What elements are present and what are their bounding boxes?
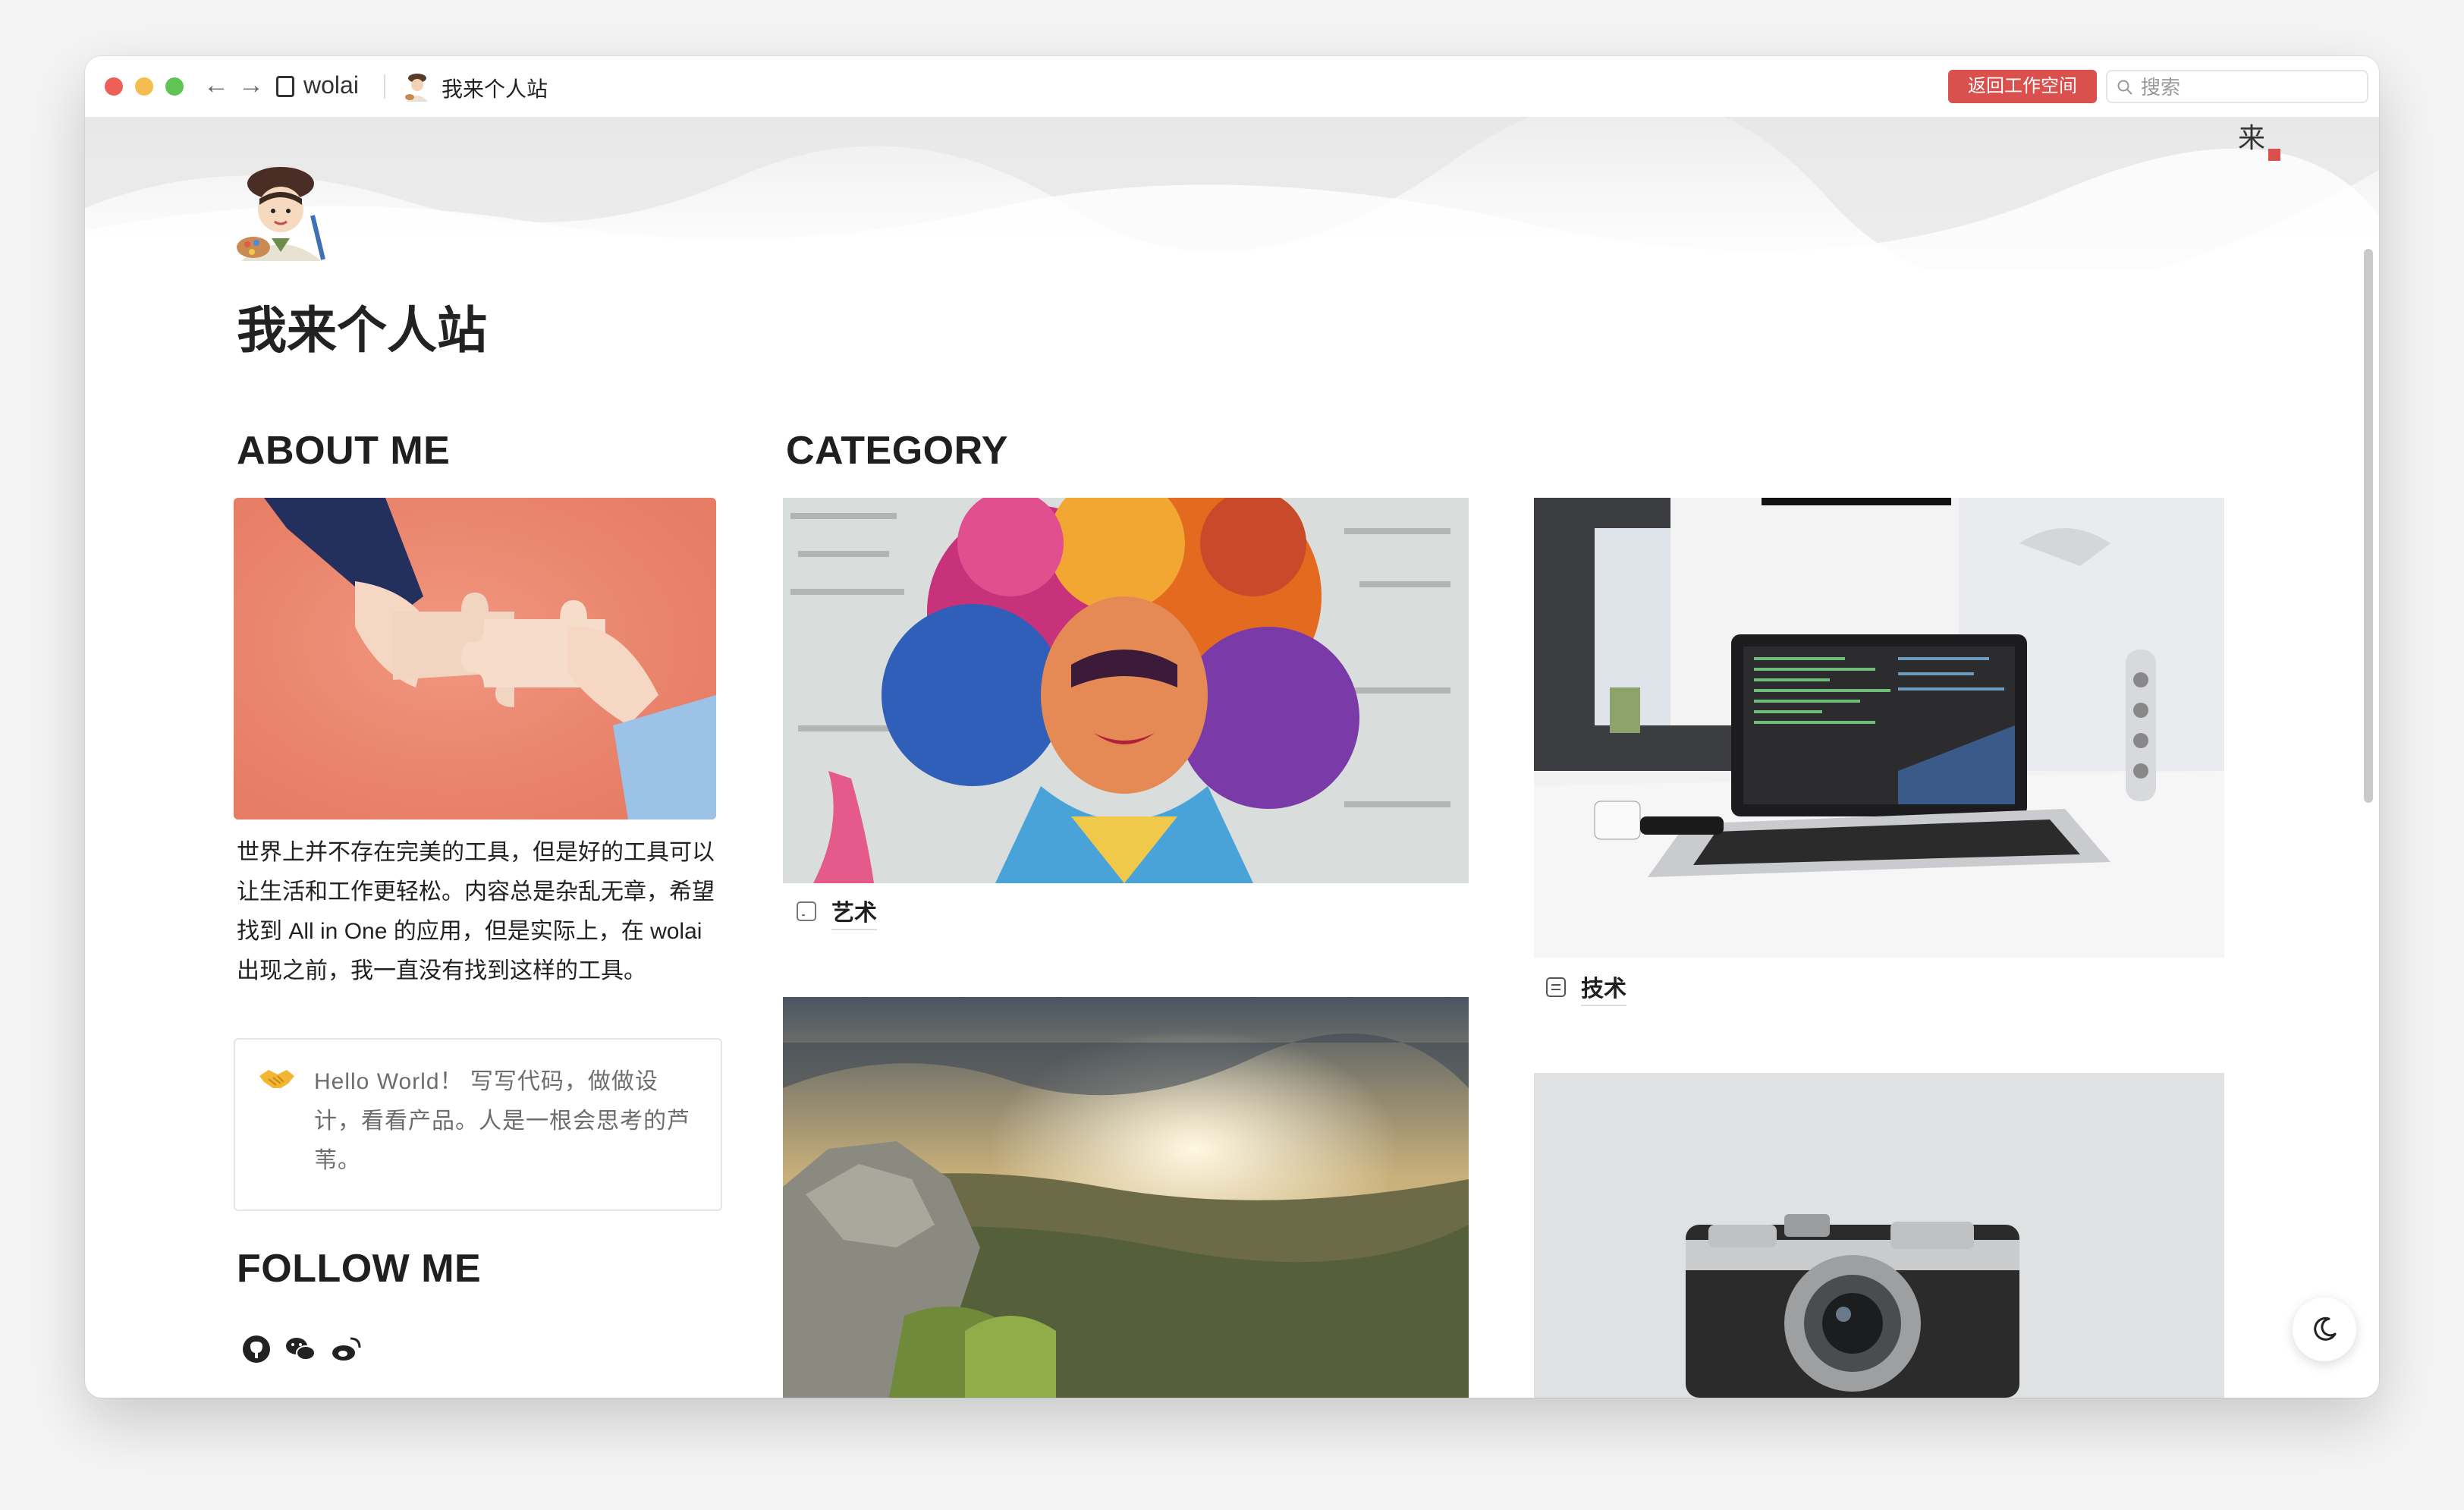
- breadcrumb[interactable]: 我来个人站: [442, 73, 548, 103]
- weibo-icon[interactable]: [329, 1332, 363, 1366]
- about-text: 世界上并不存在完美的工具，但是好的工具可以让生活和工作更轻松。内容总是杂乱无章，…: [237, 840, 715, 983]
- artist-emoji-icon: [405, 74, 428, 102]
- wechat-icon[interactable]: [284, 1332, 317, 1366]
- tech-card-label[interactable]: 技术: [1581, 970, 1626, 1006]
- ink-mountains-cover: [85, 117, 2379, 269]
- title-bar: ← → wolai 我来个人站 返回工作空间 搜索: [85, 56, 2379, 118]
- art-card-label[interactable]: 艺术: [831, 894, 877, 930]
- art-card-image[interactable]: [783, 498, 1469, 883]
- wolai-logo-icon[interactable]: [276, 76, 294, 97]
- seal-stamp-icon: 来: [2238, 123, 2280, 161]
- search-placeholder: 搜索: [2141, 76, 2181, 99]
- forward-arrow-icon[interactable]: →: [238, 70, 264, 100]
- follow-heading: FOLLOW ME: [237, 1247, 482, 1291]
- scrollbar[interactable]: [2364, 249, 2373, 803]
- divider: [384, 74, 385, 99]
- art-card-link[interactable]: 艺术: [831, 901, 877, 930]
- minimize-window-button[interactable]: [135, 77, 153, 96]
- puzzle-image: [234, 498, 716, 819]
- landscape-card-image[interactable]: [783, 997, 1469, 1398]
- browser-window: ← → wolai 我来个人站 返回工作空间 搜索 来 我来个人站 ABOUT …: [85, 56, 2379, 1398]
- close-window-button[interactable]: [105, 77, 123, 96]
- search-input[interactable]: 搜索: [2106, 70, 2368, 103]
- category-heading: CATEGORY: [786, 429, 1008, 473]
- page-icon: [797, 901, 816, 921]
- callout-text: Hello World！ 写写代码，做做设计，看看产品。人是一根会思考的芦苇。: [314, 1069, 690, 1173]
- handshake-icon: [259, 1070, 294, 1088]
- tech-card-image[interactable]: [1534, 498, 2224, 958]
- moon-icon: [2314, 1317, 2337, 1341]
- back-arrow-icon[interactable]: ←: [203, 70, 229, 100]
- about-heading: ABOUT ME: [237, 429, 451, 473]
- callout-block: Hello World！ 写写代码，做做设计，看看产品。人是一根会思考的芦苇。: [234, 1038, 722, 1211]
- maximize-window-button[interactable]: [165, 77, 184, 96]
- page-cover: [85, 117, 2379, 269]
- page-title: 我来个人站: [237, 302, 487, 358]
- document-icon: [1546, 977, 1566, 997]
- tech-card-link[interactable]: 技术: [1581, 977, 1626, 1006]
- github-icon[interactable]: [240, 1332, 273, 1366]
- dark-mode-toggle[interactable]: [2293, 1298, 2356, 1361]
- back-to-workspace-button[interactable]: 返回工作空间: [1948, 70, 2097, 103]
- search-icon: [2117, 80, 2132, 95]
- artist-emoji-icon: [237, 167, 325, 261]
- app-name[interactable]: wolai: [303, 71, 359, 99]
- camera-card-image[interactable]: [1534, 1073, 2224, 1398]
- svg-text:来: 来: [2238, 123, 2265, 154]
